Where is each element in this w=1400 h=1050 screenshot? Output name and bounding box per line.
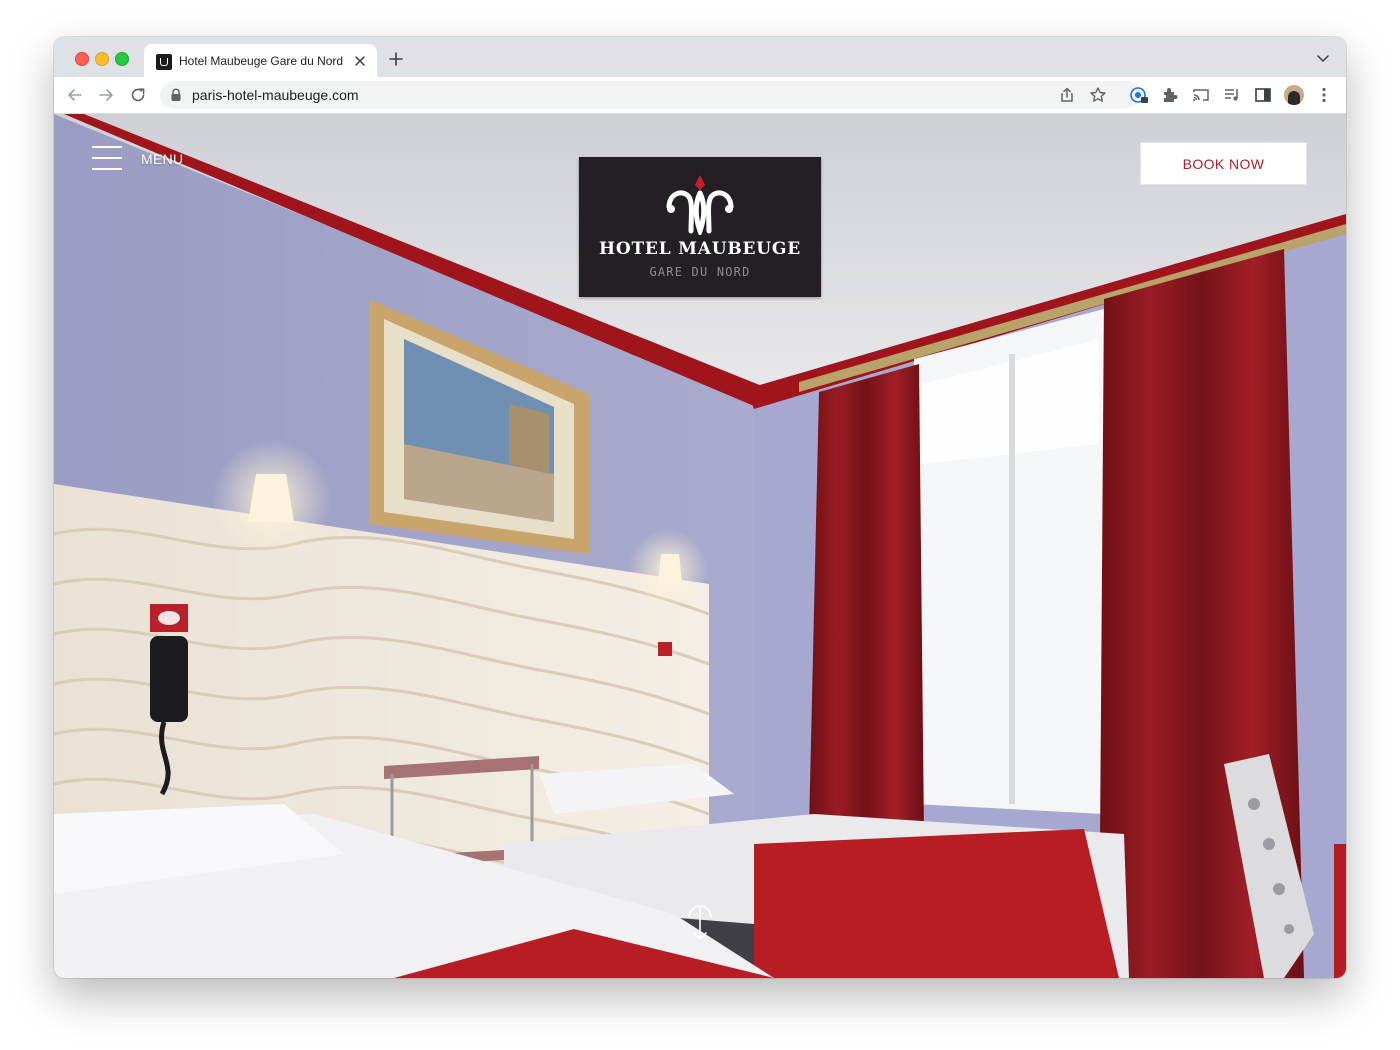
url-text[interactable]: paris-hotel-maubeuge.com — [192, 87, 359, 103]
zoom-window-button[interactable] — [115, 52, 129, 66]
profile-avatar[interactable] — [1284, 85, 1304, 105]
book-now-button[interactable]: BOOK NOW — [1140, 142, 1307, 185]
share-icon[interactable] — [1058, 86, 1076, 104]
minimize-window-button[interactable] — [95, 52, 109, 66]
more-menu-icon[interactable] — [1314, 85, 1334, 105]
back-arrow-icon[interactable] — [65, 85, 85, 105]
menu-button[interactable]: MENU — [92, 146, 192, 172]
address-bar[interactable]: paris-hotel-maubeuge.com — [160, 81, 1140, 109]
website-page: MENU HOTEL MAUBEUGE GARE DU NORD BOOK NO… — [54, 114, 1346, 978]
extensions-icon[interactable] — [1160, 85, 1180, 105]
hotel-logo[interactable]: HOTEL MAUBEUGE GARE DU NORD — [579, 157, 821, 297]
forward-arrow-icon[interactable] — [96, 85, 116, 105]
media-controls-icon[interactable] — [1222, 85, 1242, 105]
hamburger-menu-icon[interactable] — [92, 146, 122, 170]
new-tab-icon[interactable] — [387, 50, 405, 68]
tab-strip: Hotel Maubeuge Gare du Nord — [54, 37, 1346, 77]
hotel-favicon-icon — [156, 54, 172, 70]
tab-title: Hotel Maubeuge Gare du Nord — [179, 54, 344, 68]
cast-icon[interactable] — [1191, 85, 1211, 105]
password-manager-icon[interactable] — [1129, 85, 1149, 105]
bookmark-star-icon[interactable] — [1089, 86, 1107, 104]
close-tab-icon[interactable] — [351, 52, 369, 70]
close-window-button[interactable] — [75, 52, 89, 66]
side-panel-icon[interactable] — [1253, 85, 1273, 105]
tab-hotel-maubeuge[interactable]: Hotel Maubeuge Gare du Nord — [144, 44, 377, 77]
scroll-down-arrow-icon[interactable] — [683, 897, 717, 943]
reload-icon[interactable] — [128, 85, 148, 105]
menu-label[interactable]: MENU — [141, 151, 183, 167]
browser-window: Hotel Maubeuge Gare du Nord paris-hotel-… — [54, 37, 1346, 978]
logo-subtitle: GARE DU NORD — [649, 265, 751, 279]
fleur-de-lis-monogram-icon — [666, 175, 734, 235]
lock-icon[interactable] — [170, 88, 182, 102]
logo-hotel-name: HOTEL MAUBEUGE — [598, 239, 801, 259]
tab-search-chevron-down-icon[interactable] — [1316, 53, 1330, 63]
browser-toolbar: paris-hotel-maubeuge.com — [54, 77, 1346, 114]
